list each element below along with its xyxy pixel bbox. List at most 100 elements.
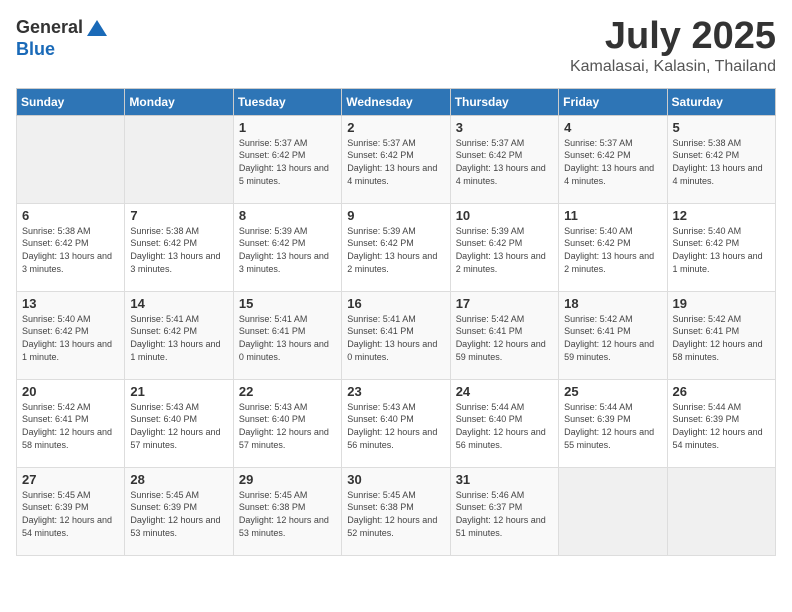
day-number: 28: [130, 472, 227, 487]
calendar-cell: 28 Sunrise: 5:45 AMSunset: 6:39 PMDayligh…: [125, 467, 233, 555]
day-number: 2: [347, 120, 444, 135]
weekday-header-monday: Monday: [125, 88, 233, 115]
day-info: Sunrise: 5:39 AMSunset: 6:42 PMDaylight:…: [456, 225, 553, 275]
day-number: 22: [239, 384, 336, 399]
calendar-cell: 11Sunrise: 5:40 AMSunset: 6:42 PMDayligh…: [559, 203, 667, 291]
calendar-cell: 23 Sunrise: 5:43 AMSunset: 6:40 PMDayligh…: [342, 379, 450, 467]
logo-general-text: General: [16, 17, 83, 37]
day-number: 29: [239, 472, 336, 487]
calendar-cell: 7Sunrise: 5:38 AMSunset: 6:42 PMDaylight…: [125, 203, 233, 291]
day-info: Sunrise: 5:40 AMSunset: 6:42 PMDaylight:…: [673, 225, 770, 275]
day-info: Sunrise: 5:46 AMSunset: 6:37 PMDaylight:…: [456, 489, 553, 539]
calendar-cell: 21Sunrise: 5:43 AMSunset: 6:40 PMDayligh…: [125, 379, 233, 467]
weekday-header-wednesday: Wednesday: [342, 88, 450, 115]
day-info: Sunrise: 5:40 AMSunset: 6:42 PMDaylight:…: [564, 225, 661, 275]
page-header: General Blue July 2025 Kamalasai, Kalasi…: [16, 16, 776, 76]
day-info: Sunrise: 5:41 AMSunset: 6:42 PMDaylight:…: [130, 313, 227, 363]
day-number: 13: [22, 296, 119, 311]
logo: General Blue: [16, 16, 109, 60]
day-number: 26: [673, 384, 770, 399]
calendar-cell: [17, 115, 125, 203]
calendar-cell: 29 Sunrise: 5:45 AMSunset: 6:38 PMDayligh…: [233, 467, 341, 555]
calendar-cell: 26 Sunrise: 5:44 AMSunset: 6:39 PMDayligh…: [667, 379, 775, 467]
calendar-cell: 8 Sunrise: 5:39 AMSunset: 6:42 PMDaylight…: [233, 203, 341, 291]
day-number: 25: [564, 384, 661, 399]
location-title: Kamalasai, Kalasin, Thailand: [570, 58, 776, 76]
calendar-cell: 18 Sunrise: 5:42 AMSunset: 6:41 PMDayligh…: [559, 291, 667, 379]
day-info: Sunrise: 5:43 AMSunset: 6:40 PMDaylight:…: [347, 401, 444, 451]
day-info: Sunrise: 5:43 AMSunset: 6:40 PMDaylight:…: [239, 401, 336, 451]
day-info: Sunrise: 5:37 AMSunset: 6:42 PMDaylight:…: [564, 137, 661, 187]
calendar-cell: 31 Sunrise: 5:46 AMSunset: 6:37 PMDayligh…: [450, 467, 558, 555]
calendar-cell: 4 Sunrise: 5:37 AMSunset: 6:42 PMDaylight…: [559, 115, 667, 203]
calendar-cell: 19 Sunrise: 5:42 AMSunset: 6:41 PMDayligh…: [667, 291, 775, 379]
calendar-cell: 25Sunrise: 5:44 AMSunset: 6:39 PMDayligh…: [559, 379, 667, 467]
calendar-table: SundayMondayTuesdayWednesdayThursdayFrid…: [16, 88, 776, 556]
calendar-cell: 1Sunrise: 5:37 AMSunset: 6:42 PMDaylight…: [233, 115, 341, 203]
calendar-week-1: 1Sunrise: 5:37 AMSunset: 6:42 PMDaylight…: [17, 115, 776, 203]
day-number: 23: [347, 384, 444, 399]
weekday-header-thursday: Thursday: [450, 88, 558, 115]
day-number: 3: [456, 120, 553, 135]
day-info: Sunrise: 5:39 AMSunset: 6:42 PMDaylight:…: [347, 225, 444, 275]
day-info: Sunrise: 5:38 AMSunset: 6:42 PMDaylight:…: [22, 225, 119, 275]
calendar-cell: 9 Sunrise: 5:39 AMSunset: 6:42 PMDaylight…: [342, 203, 450, 291]
calendar-cell: 12 Sunrise: 5:40 AMSunset: 6:42 PMDayligh…: [667, 203, 775, 291]
day-number: 4: [564, 120, 661, 135]
day-number: 6: [22, 208, 119, 223]
calendar-week-5: 27 Sunrise: 5:45 AMSunset: 6:39 PMDayligh…: [17, 467, 776, 555]
weekday-header-tuesday: Tuesday: [233, 88, 341, 115]
day-number: 10: [456, 208, 553, 223]
day-number: 30: [347, 472, 444, 487]
day-number: 20: [22, 384, 119, 399]
weekday-header-row: SundayMondayTuesdayWednesdayThursdayFrid…: [17, 88, 776, 115]
day-info: Sunrise: 5:45 AMSunset: 6:39 PMDaylight:…: [130, 489, 227, 539]
logo-icon: [85, 16, 109, 40]
day-number: 7: [130, 208, 227, 223]
calendar-cell: [559, 467, 667, 555]
day-number: 12: [673, 208, 770, 223]
calendar-cell: 24Sunrise: 5:44 AMSunset: 6:40 PMDayligh…: [450, 379, 558, 467]
day-number: 27: [22, 472, 119, 487]
day-info: Sunrise: 5:43 AMSunset: 6:40 PMDaylight:…: [130, 401, 227, 451]
day-info: Sunrise: 5:40 AMSunset: 6:42 PMDaylight:…: [22, 313, 119, 363]
calendar-cell: 2 Sunrise: 5:37 AMSunset: 6:42 PMDaylight…: [342, 115, 450, 203]
day-info: Sunrise: 5:45 AMSunset: 6:38 PMDaylight:…: [239, 489, 336, 539]
day-info: Sunrise: 5:37 AMSunset: 6:42 PMDaylight:…: [456, 137, 553, 187]
day-info: Sunrise: 5:37 AMSunset: 6:42 PMDaylight:…: [347, 137, 444, 187]
day-info: Sunrise: 5:42 AMSunset: 6:41 PMDaylight:…: [673, 313, 770, 363]
calendar-week-2: 6 Sunrise: 5:38 AMSunset: 6:42 PMDaylight…: [17, 203, 776, 291]
weekday-header-saturday: Saturday: [667, 88, 775, 115]
calendar-cell: 3 Sunrise: 5:37 AMSunset: 6:42 PMDaylight…: [450, 115, 558, 203]
day-number: 5: [673, 120, 770, 135]
day-number: 19: [673, 296, 770, 311]
calendar-cell: 14Sunrise: 5:41 AMSunset: 6:42 PMDayligh…: [125, 291, 233, 379]
calendar-cell: [667, 467, 775, 555]
calendar-cell: 15Sunrise: 5:41 AMSunset: 6:41 PMDayligh…: [233, 291, 341, 379]
calendar-cell: 10 Sunrise: 5:39 AMSunset: 6:42 PMDayligh…: [450, 203, 558, 291]
day-number: 18: [564, 296, 661, 311]
calendar-cell: 22 Sunrise: 5:43 AMSunset: 6:40 PMDayligh…: [233, 379, 341, 467]
calendar-cell: 13 Sunrise: 5:40 AMSunset: 6:42 PMDayligh…: [17, 291, 125, 379]
day-number: 16: [347, 296, 444, 311]
day-info: Sunrise: 5:42 AMSunset: 6:41 PMDaylight:…: [564, 313, 661, 363]
day-number: 31: [456, 472, 553, 487]
calendar-week-4: 20Sunrise: 5:42 AMSunset: 6:41 PMDayligh…: [17, 379, 776, 467]
day-number: 9: [347, 208, 444, 223]
day-info: Sunrise: 5:39 AMSunset: 6:42 PMDaylight:…: [239, 225, 336, 275]
calendar-cell: 6 Sunrise: 5:38 AMSunset: 6:42 PMDaylight…: [17, 203, 125, 291]
day-info: Sunrise: 5:44 AMSunset: 6:39 PMDaylight:…: [673, 401, 770, 451]
calendar-cell: 20Sunrise: 5:42 AMSunset: 6:41 PMDayligh…: [17, 379, 125, 467]
weekday-header-friday: Friday: [559, 88, 667, 115]
day-info: Sunrise: 5:42 AMSunset: 6:41 PMDaylight:…: [456, 313, 553, 363]
day-info: Sunrise: 5:38 AMSunset: 6:42 PMDaylight:…: [673, 137, 770, 187]
month-title: July 2025: [570, 16, 776, 58]
calendar-cell: [125, 115, 233, 203]
day-number: 24: [456, 384, 553, 399]
weekday-header-sunday: Sunday: [17, 88, 125, 115]
day-number: 17: [456, 296, 553, 311]
day-number: 15: [239, 296, 336, 311]
calendar-week-3: 13 Sunrise: 5:40 AMSunset: 6:42 PMDayligh…: [17, 291, 776, 379]
day-number: 8: [239, 208, 336, 223]
logo-blue-text: Blue: [16, 39, 55, 59]
